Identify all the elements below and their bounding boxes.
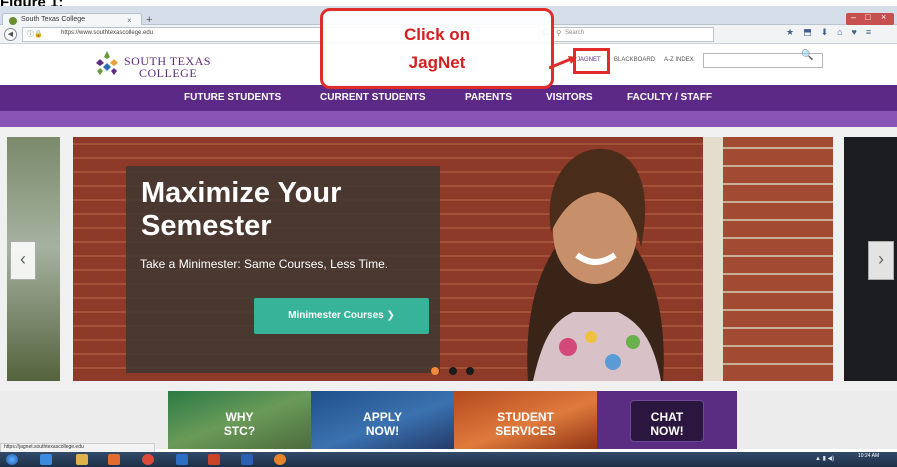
- carousel-next-button[interactable]: ›: [868, 241, 894, 280]
- start-button-icon[interactable]: [6, 454, 18, 465]
- file-explorer-icon[interactable]: [76, 454, 88, 465]
- tile-label: NOW!: [650, 424, 684, 438]
- minimester-courses-button[interactable]: Minimester Courses ❯: [254, 298, 429, 334]
- close-tab-icon[interactable]: ×: [127, 16, 132, 25]
- search-icon[interactable]: 🔍: [801, 50, 813, 61]
- back-button[interactable]: ◀: [4, 28, 17, 41]
- chat-now-tile[interactable]: CHAT NOW!: [597, 391, 737, 449]
- carousel-prev-button[interactable]: ‹: [10, 241, 36, 280]
- media-player-icon[interactable]: [108, 454, 120, 465]
- outlook-icon[interactable]: [176, 454, 188, 465]
- tile-label: STUDENT: [497, 410, 554, 424]
- windows-taskbar: [0, 452, 897, 467]
- nav-future-students[interactable]: FUTURE STUDENTS: [184, 92, 281, 103]
- word-icon[interactable]: [241, 454, 253, 465]
- annotation-callout: Click on JagNet: [320, 8, 554, 89]
- close-window-icon[interactable]: ×: [881, 12, 886, 22]
- system-tray-icons[interactable]: ▲ ▮ ◀): [815, 455, 834, 462]
- stc-logo-icon[interactable]: [95, 50, 119, 76]
- hero-brick-wall: [723, 137, 833, 381]
- nav-current-students[interactable]: CURRENT STUDENTS: [320, 92, 426, 103]
- maximize-icon[interactable]: □: [865, 12, 870, 22]
- address-bar-url: https://www.southtexascollege.edu: [61, 30, 154, 36]
- taskbar-clock: 10:24 AM: [858, 453, 880, 459]
- student-services-tile[interactable]: STUDENT SERVICES: [454, 391, 597, 449]
- tab-title: South Texas College: [21, 16, 86, 23]
- blackboard-link[interactable]: BLACKBOARD: [614, 57, 655, 63]
- browser-search-input[interactable]: ⚲ Search: [552, 27, 714, 42]
- window-controls[interactable]: – □ ×: [846, 12, 894, 25]
- tile-label: STC?: [223, 424, 256, 438]
- annotation-line2: JagNet: [408, 53, 466, 72]
- toolbar-icons[interactable]: ★⬒⬇⌂♥≡: [786, 27, 880, 38]
- lock-icon[interactable]: ⓘ🔒: [27, 29, 43, 39]
- tile-label: APPLY: [363, 410, 402, 424]
- tile-label: SERVICES: [495, 424, 556, 438]
- ie-icon[interactable]: [40, 454, 52, 465]
- why-stc-tile[interactable]: WHY STC?: [168, 391, 311, 449]
- browser-search-placeholder: Search: [565, 30, 585, 36]
- apply-now-tile[interactable]: APPLY NOW!: [311, 391, 454, 449]
- nav-faculty-staff[interactable]: FACULTY / STAFF: [627, 92, 712, 103]
- student-photo: [527, 148, 664, 381]
- carousel-dot-3[interactable]: [466, 367, 474, 375]
- firefox-icon[interactable]: [274, 454, 286, 465]
- hero-subtitle: Take a Minimester: Same Courses, Less Ti…: [140, 257, 389, 271]
- nav-visitors[interactable]: VISITORS: [546, 92, 593, 103]
- tile-label: CHAT: [650, 410, 684, 424]
- az-index-link[interactable]: A-Z INDEX: [664, 57, 694, 63]
- annotation-line1: Click on: [403, 25, 471, 44]
- tile-label: WHY: [225, 410, 254, 424]
- powerpoint-icon[interactable]: [208, 454, 220, 465]
- logo-text-line2: COLLEGE: [139, 66, 198, 80]
- minimize-icon[interactable]: –: [851, 12, 856, 22]
- carousel-dot-1[interactable]: [431, 367, 439, 375]
- search-icon: ⚲: [556, 30, 562, 37]
- favicon-icon: [9, 17, 17, 25]
- carousel-dot-2[interactable]: [449, 367, 457, 375]
- jagnet-highlight-box: [573, 48, 610, 74]
- hero-title-line2: Semester: [141, 210, 272, 242]
- hero-title-line1: Maximize Your: [141, 177, 342, 209]
- tile-label: NOW!: [365, 424, 400, 438]
- nav-parents[interactable]: PARENTS: [465, 92, 512, 103]
- nav-sub-strip: [0, 111, 897, 127]
- chrome-icon[interactable]: [142, 454, 154, 465]
